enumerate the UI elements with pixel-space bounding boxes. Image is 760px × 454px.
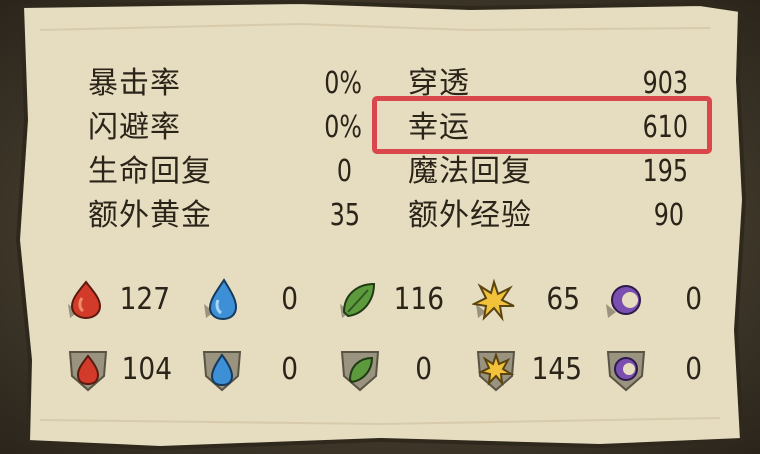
- attack-light-value: 65: [546, 282, 580, 317]
- luck-highlight-box: [372, 96, 712, 154]
- stat-value-exp: 90: [653, 198, 684, 233]
- stat-label-crit: 暴击率: [88, 66, 181, 101]
- attack-earth-value: 116: [393, 282, 444, 317]
- stat-label-gold: 额外黄金: [88, 198, 212, 233]
- defense-dark-value: 0: [685, 352, 702, 387]
- stat-label-regen: 生命回复: [88, 154, 212, 189]
- stat-value-mana-regen: 195: [642, 154, 688, 189]
- star-burst-icon: [476, 351, 516, 392]
- stat-value-dodge: 0%: [324, 110, 362, 145]
- stat-value-gold: 35: [329, 198, 360, 233]
- attack-water-value: 0: [281, 282, 298, 317]
- attack-dark-value: 0: [685, 282, 702, 317]
- water-drop-icon: [204, 278, 238, 321]
- stat-value-crit: 0%: [324, 66, 362, 101]
- dark-orb-icon: [606, 351, 646, 392]
- defense-light-value: 145: [531, 352, 582, 387]
- stat-label-mana-regen: 魔法回复: [408, 154, 532, 189]
- dark-orb-icon: [606, 285, 641, 318]
- stats-grid: 暴击率 闪避率 生命回复 额外黄金 0% 0% 0 35 穿透 幸运 魔法回复 …: [0, 0, 760, 454]
- star-burst-icon: [472, 278, 515, 322]
- leaf-icon: [340, 282, 376, 318]
- water-drop-icon: [202, 351, 242, 392]
- stat-value-regen: 0: [336, 154, 352, 189]
- stat-label-dodge: 闪避率: [88, 110, 181, 145]
- leaf-icon: [340, 351, 380, 392]
- attack-fire-value: 127: [119, 282, 170, 317]
- defense-fire-value: 104: [121, 352, 172, 387]
- fire-drop-icon: [68, 351, 108, 392]
- defense-earth-value: 0: [415, 352, 432, 387]
- stat-label-exp: 额外经验: [408, 198, 532, 233]
- defense-water-value: 0: [281, 352, 298, 387]
- stats-panel: 暴击率 闪避率 生命回复 额外黄金 0% 0% 0 35 穿透 幸运 魔法回复 …: [0, 0, 760, 454]
- fire-drop-icon: [68, 280, 102, 320]
